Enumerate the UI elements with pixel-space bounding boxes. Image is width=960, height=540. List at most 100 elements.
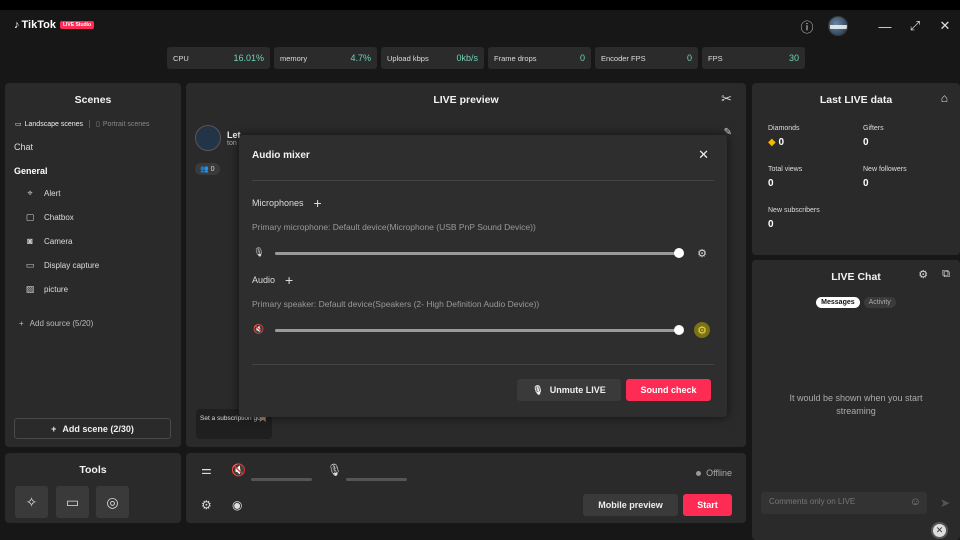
chat-tabs: Messages Activity [752, 297, 960, 308]
stat-label: FPS [708, 53, 723, 63]
speaker-volume-row: 🔇 ⚙ [252, 321, 714, 339]
metric-new-followers: New followers 0 [863, 166, 907, 189]
emoji-icon[interactable]: ☺ [910, 496, 921, 508]
video-icon: ▭ [65, 493, 80, 510]
portrait-icon: ▯ [96, 121, 100, 128]
source-item-picture[interactable]: ▨ picture [25, 284, 68, 294]
comment-input[interactable]: Comments only on LIVE ☺ [761, 492, 927, 514]
help-icon[interactable]: ⓘ [796, 15, 818, 37]
microphone-icon: 🎙 [532, 384, 544, 395]
metric-label: Diamonds [768, 125, 800, 132]
tab-activity[interactable]: Activity [863, 297, 896, 308]
chat-actions: ⚙ ⧉ [918, 268, 950, 281]
slider-handle[interactable] [674, 325, 685, 335]
stat-label: Frame drops [494, 53, 537, 63]
mic-muted-icon[interactable]: 🎙 [327, 463, 342, 477]
display-icon: ▭ [25, 259, 35, 270]
floating-close-icon[interactable]: ✕ [931, 522, 948, 539]
maximize-icon[interactable]: ⤢ [900, 15, 930, 37]
audio-heading: Audio + [252, 273, 293, 287]
alert-icon: ⌖ [27, 187, 33, 198]
microphone-volume-slider[interactable] [275, 248, 685, 258]
add-source-button[interactable]: + Add source (5/20) [19, 319, 93, 328]
speaker-settings-icon[interactable]: ⚙ [694, 322, 710, 338]
divider [252, 180, 714, 181]
people-icon: 👥 [200, 166, 209, 173]
gear-icon[interactable]: ⚙ [201, 498, 212, 512]
send-icon[interactable]: ➤ [940, 496, 950, 510]
microphone-volume-row: 🎙 ⚙ [252, 244, 714, 262]
metric-value: 0 [863, 178, 869, 189]
record-icon[interactable]: ◉ [232, 498, 242, 512]
home-icon[interactable]: ⌂ [941, 91, 948, 105]
source-item-alert[interactable]: ⌖ Alert [25, 188, 60, 198]
start-button[interactable]: Start [683, 494, 732, 516]
mobile-preview-button[interactable]: Mobile preview [583, 494, 678, 516]
last-live-data-panel: Last LIVE data ⌂ Diamonds ◆ 0 Gifters 0 To… [752, 83, 960, 255]
effects-tool-button[interactable]: ✧ [15, 486, 48, 518]
scene-item-general[interactable]: General [14, 166, 48, 176]
chat-settings-icon[interactable]: ⚙ [918, 268, 928, 281]
tools-cross-icon[interactable]: ✂ [721, 91, 732, 107]
mic-muted-icon[interactable]: 🎙 [252, 247, 266, 259]
last-live-title: Last LIVE data [819, 94, 893, 106]
primary-speaker-device: Primary speaker: Default device(Speakers… [252, 299, 540, 309]
speaker-volume-slider[interactable] [275, 325, 685, 335]
tiktok-note-icon: ♪ [14, 19, 20, 31]
video-tool-button[interactable]: ▭ [56, 486, 89, 518]
stat-value: 16.01% [233, 53, 264, 63]
microphone-settings-icon[interactable]: ⚙ [694, 245, 710, 261]
plus-icon: + [51, 423, 57, 434]
scenes-panel: Scenes ▭ Landscape scenes ▯ Portrait scene… [5, 83, 181, 447]
metric-label: Total views [768, 166, 803, 173]
stat-cpu: CPU 16.01% [167, 47, 270, 69]
settings-sliders-icon[interactable]: ⚌ [201, 463, 212, 477]
metric-total-views: Total views 0 [768, 166, 802, 189]
preview-title: LIVE preview [433, 94, 499, 106]
scene-item-chat[interactable]: Chat [14, 142, 33, 152]
close-icon[interactable]: ✕ [930, 15, 960, 37]
unmute-live-button[interactable]: 🎙 Unmute LIVE [517, 379, 621, 401]
source-label: Alert [44, 188, 61, 198]
source-item-display-capture[interactable]: ▭ Display capture [25, 260, 99, 270]
status-label: Offline [706, 468, 732, 478]
tab-portrait-scenes[interactable]: ▯ Portrait scenes [89, 120, 150, 128]
scenes-title: Scenes [74, 94, 112, 106]
target-tool-button[interactable]: ◎ [96, 486, 129, 518]
unmute-label: Unmute LIVE [549, 385, 606, 395]
speaker-muted-icon[interactable]: 🔇 [252, 324, 266, 336]
sound-check-button[interactable]: Sound check [626, 379, 711, 401]
viewer-count-value: 0 [210, 166, 215, 173]
stat-label: memory [280, 53, 308, 63]
add-scene-button[interactable]: + Add scene (2/30) [14, 418, 171, 439]
primary-microphone-device: Primary microphone: Default device(Micro… [252, 222, 536, 232]
tab-messages[interactable]: Messages [816, 297, 860, 308]
live-chat-panel: LIVE Chat ⚙ ⧉ Messages Activity It would… [752, 260, 960, 540]
close-icon[interactable]: ✕ [698, 147, 709, 163]
source-item-chatbox[interactable]: ▢ Chatbox [25, 212, 74, 222]
minimize-icon[interactable]: — [870, 15, 900, 37]
source-item-camera[interactable]: ◙ Camera [25, 236, 72, 246]
tab-label: Portrait scenes [102, 120, 150, 128]
add-audio-icon[interactable]: + [285, 273, 293, 287]
add-microphone-icon[interactable]: + [314, 196, 322, 210]
audio-volume-slider[interactable] [251, 478, 312, 481]
stat-encoder-fps: Encoder FPS 0 [595, 47, 698, 69]
stat-frame-drops: Frame drops 0 [488, 47, 591, 69]
microphones-heading: Microphones + [252, 196, 322, 210]
metric-label: Gifters [863, 125, 884, 132]
stream-controls-panel: ⚌ 🔇 🎙 Offline ⚙ ◉ Mobile preview Start [186, 453, 746, 523]
popout-icon[interactable]: ⧉ [942, 268, 950, 281]
slider-handle[interactable] [674, 248, 685, 258]
picture-icon: ▨ [25, 283, 35, 294]
avatar[interactable] [828, 16, 848, 36]
mic-volume-slider[interactable] [346, 478, 407, 481]
tab-landscape-scenes[interactable]: ▭ Landscape scenes [15, 120, 83, 129]
chatbox-icon: ▢ [25, 211, 35, 222]
diamonds-value: 0 [778, 137, 785, 148]
stat-value: 4.7% [350, 53, 371, 63]
stat-memory: memory 4.7% [274, 47, 377, 69]
speaker-muted-icon[interactable]: 🔇 [231, 463, 246, 477]
status-dot [696, 470, 702, 476]
metric-label: New subscribers [768, 207, 820, 214]
